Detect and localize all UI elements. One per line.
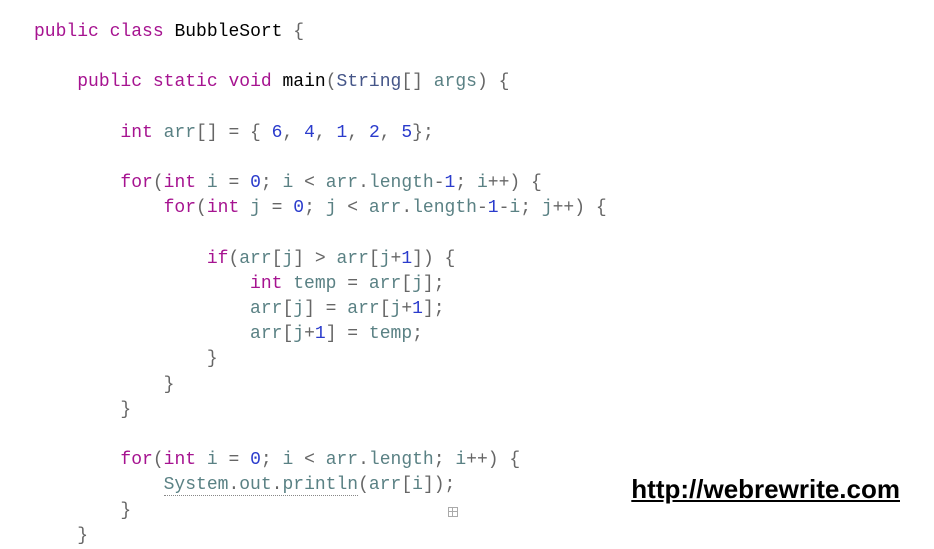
keyword-public: public xyxy=(34,22,99,42)
class-name: BubbleSort xyxy=(174,22,282,42)
keyword-class: class xyxy=(110,22,164,42)
method-main: main xyxy=(283,72,326,92)
code-block: public class BubbleSort { public static … xyxy=(0,0,934,549)
resize-handle-icon xyxy=(448,507,458,517)
source-url-link[interactable]: http://webrewrite.com xyxy=(631,471,900,507)
